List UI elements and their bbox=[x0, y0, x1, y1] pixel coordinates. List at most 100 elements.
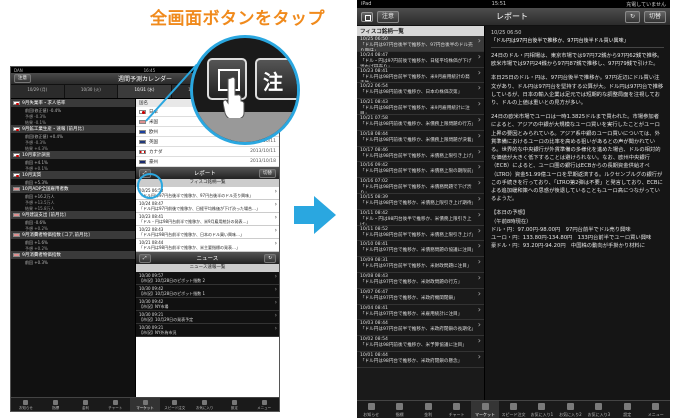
calendar-event[interactable]: 9月失業率・求人倍率 bbox=[11, 99, 135, 107]
switch-button[interactable]: 切替 bbox=[643, 10, 666, 23]
tab-0[interactable]: お知らせ bbox=[357, 401, 385, 418]
report-row[interactable]: 10/25 06:50 「ドル円は97円台後半で推移か、97円台後半のドル売り興味… bbox=[357, 36, 484, 52]
news-list: 10/30 09:57【市況】10月28日のピボット指数 210/30 09:4… bbox=[136, 272, 279, 337]
tab-8[interactable]: メニュー bbox=[249, 398, 279, 411]
report-row[interactable]: 10/21 08:43 「ドル円は98円台前半で推移か、米9月雇用統計に注目」 bbox=[357, 99, 484, 115]
report-row[interactable]: 10/03 08:44 「ドル円は97円台前半で推移か、米政府閉鎖の長期化」 bbox=[357, 320, 484, 337]
report-row[interactable]: 10/24 08:47 「ドル・円は97円前後で推移か、日経平均株価が下げ渋れば円… bbox=[357, 52, 484, 68]
country-row[interactable]: 豪州 2013/10/18 bbox=[136, 157, 279, 167]
zoom-notice-button: 注 bbox=[255, 58, 297, 100]
carrier-label: DAN bbox=[14, 67, 23, 73]
tab-2[interactable]: 金利 bbox=[71, 398, 101, 411]
news-row[interactable]: 10/30 09:42 【市況】NY市場 bbox=[136, 298, 279, 311]
calendar-event[interactable]: 9月鉱工業生産・速報 [前月比] bbox=[11, 125, 135, 133]
tab-7[interactable]: お気に入り2 bbox=[556, 401, 584, 418]
report-row[interactable]: 10/09 08:31 「ドル円は97円台前半で推移か、米財政問題に注目」 bbox=[357, 257, 484, 273]
tab-3[interactable]: チャート bbox=[442, 401, 470, 418]
report-text: 「ドル円は98円台前半で推移か、日本のドル買い興味…」 bbox=[139, 232, 245, 237]
calendar-list[interactable]: 9月失業率・求人倍率 前回(修正値) -0.4% 予想 -0.3% 結果 -0.1% 9… bbox=[11, 99, 136, 397]
report-row[interactable]: 10/08 08:43 「ドル円は97円台で推移か、米財政問題の行方」 bbox=[357, 273, 484, 289]
country-flag-icon bbox=[13, 187, 20, 191]
report-text: 「ドル円は98円台で推移か、米債務上限引き上げ期待」 bbox=[360, 200, 477, 206]
tab-0[interactable]: お知らせ bbox=[11, 398, 41, 411]
news-title: ニュース bbox=[196, 256, 219, 262]
report-row[interactable]: 10/04 08:41 「ドル円は97円台で推移か、米雇用統計に注目」 bbox=[357, 305, 484, 321]
report-row[interactable]: 10/16 09:42 「ドル円は98円台前半で推移か、米債務上限の期限前」 bbox=[357, 162, 484, 179]
tab-4[interactable]: マーケット bbox=[130, 398, 160, 411]
tab-2[interactable]: 金利 bbox=[414, 401, 442, 418]
report-row[interactable]: 10/21 07:58 「ドル円は98円前後で推移か、米債務上限問題の行方」 bbox=[357, 115, 484, 131]
calendar-event[interactable]: 9月消費者物価指数 bbox=[11, 251, 135, 259]
report-text: 「ドル円は98円前後で推移か、米債務上限問題の行方」 bbox=[360, 121, 477, 127]
news-fullscreen-button[interactable]: ⤢ bbox=[139, 253, 151, 263]
tab-6[interactable]: お気に入り1 bbox=[528, 401, 556, 418]
news-row[interactable]: 10/30 09:57 【市況】10月28日のピボット指数 2 bbox=[136, 272, 279, 285]
country-flag-icon bbox=[139, 129, 146, 134]
bottom-tab-bar: お知らせ 指標 金利 チャート マーケット スピード注文 お気に入り1 お気に入り2 お気に入り… bbox=[357, 400, 670, 418]
calendar-event[interactable]: 9月建設支出 [前月比] bbox=[11, 211, 135, 219]
fullscreen-highlight-ring bbox=[137, 173, 163, 199]
report-row[interactable]: 10/23 08:41 「ドル円は98円台前半で推移か、米9月雇用統計の発表後」 bbox=[357, 68, 484, 84]
report-row[interactable]: 10/11 08:52 「ドル円は98円台前半で推移か、米債務上限引き上げ」 bbox=[357, 226, 484, 242]
tab-5[interactable]: スピード注文 bbox=[499, 401, 527, 418]
report-row[interactable]: 10/21 08:44 「ドル円は98円台前半で推移か、米主要指標の発表…」 bbox=[136, 239, 279, 252]
report-row[interactable]: 10/11 08:42 「ドル・円は98円台後半で推移か、米債務上限引き上げ」 bbox=[357, 210, 484, 226]
tab-8[interactable]: お気に入り3 bbox=[585, 401, 613, 418]
news-row[interactable]: 10/30 09:21 【市況】NY外為市況 bbox=[136, 324, 279, 337]
refresh-icon[interactable]: ↻ bbox=[264, 253, 276, 263]
fullscreen-icon[interactable] bbox=[361, 11, 373, 22]
tab-4[interactable]: マーケット bbox=[470, 401, 500, 418]
zoom-background bbox=[193, 112, 297, 142]
caption-text: 全画面ボタンをタップ bbox=[150, 9, 325, 29]
notice-button[interactable]: 注意 bbox=[377, 10, 400, 23]
date-tab-selected[interactable]: 10/31 (水) bbox=[118, 85, 172, 98]
tab-1[interactable]: 指標 bbox=[385, 401, 413, 418]
tab-6[interactable]: お気に入り bbox=[190, 398, 220, 411]
calendar-event[interactable]: 10月ADP全国雇用者数 bbox=[11, 185, 135, 193]
report-row[interactable]: 10/18 08:44 「ドル円は98円前後で推移か、米債務上限問題が決着」 bbox=[357, 131, 484, 147]
event-value: 前回 +0.3% bbox=[25, 259, 48, 265]
tab-1[interactable]: 指標 bbox=[41, 398, 71, 411]
tab-3[interactable]: チャート bbox=[100, 398, 130, 411]
zoom-callout: 注 bbox=[190, 35, 300, 145]
country-row[interactable]: カナダ 2013/10/11 bbox=[136, 147, 279, 157]
calendar-event[interactable]: 10月実質 bbox=[11, 171, 135, 179]
event-title: 9月鉱工業生産・速報 [前月比] bbox=[22, 127, 84, 132]
report-row[interactable]: 10/22 06:54 「ドル円は98円前後で推移か、日本の株価次第」 bbox=[357, 83, 484, 100]
report-list[interactable]: フィスコ銘柄一覧 10/25 06:50 「ドル円は97円台後半で推移か、97円台… bbox=[357, 26, 485, 400]
report-row[interactable]: 10/24 08:47 「ドル円は97円前後で推移か、日経平均株価が下げ渋った場合… bbox=[136, 200, 279, 213]
report-row[interactable]: 10/16 07:02 「ドル円は98円台前半で推移か、米債務問題で下げ渋り」 bbox=[357, 178, 484, 194]
right-ipad-screen: iPad 15:51 充電していません 注意 レポート ↻ 切替 フィスコ銘柄一… bbox=[357, 0, 670, 418]
country-name: 英国 bbox=[149, 139, 158, 145]
date-tab[interactable]: 10/30 (火) bbox=[65, 85, 119, 98]
report-row[interactable]: 10/15 08:39 「ドル円は98円台で推移か、米債務上限引き上げ期待」 bbox=[357, 194, 484, 210]
report-row[interactable]: 10/10 08:41 「ドル円は97円台で推移か、米債務問題の協議に注目」 bbox=[357, 241, 484, 258]
report-row[interactable]: 10/22 08:43 「ドル円は98円台前半で推移か、日本のドル買い興味…」 bbox=[136, 226, 279, 239]
report-text: 「ドル円は97円台後半で推移か、97円台後半のドル売り興味」 bbox=[360, 43, 473, 52]
event-title: 10月家計調査 bbox=[22, 153, 51, 158]
date-tab[interactable]: 10/29 (月) bbox=[11, 85, 65, 98]
event-title: 9月建設支出 [前月比] bbox=[22, 213, 66, 218]
country-flag-icon bbox=[139, 109, 146, 114]
report-row[interactable]: 10/17 08:46 「ドル円は98円台前半で推移か、米債務上限引き上げ」 bbox=[357, 147, 484, 163]
notice-button[interactable]: 注意 bbox=[14, 74, 31, 83]
report-switch-button[interactable]: 切替 bbox=[259, 168, 276, 178]
report-text: 「ドル円は98円台前半で推移か、米9月雇用統計に注目」 bbox=[360, 106, 470, 115]
country-flag-icon bbox=[13, 213, 20, 217]
calendar-event[interactable]: 9月消費者物価指数 [コア,前月比] bbox=[11, 231, 135, 239]
calendar-event[interactable]: 10月家計調査 bbox=[11, 151, 135, 159]
report-row[interactable]: 10/23 08:41 「ドル・円は98円台前半で推移か、米9月雇用統計の発表…」 bbox=[136, 213, 279, 226]
report-row[interactable]: 10/01 08:44 「ドル円は98円台で推移か、米政府閉鎖の懸念」 bbox=[357, 352, 484, 368]
tab-7[interactable]: 設定 bbox=[219, 398, 249, 411]
report-text: 「ドル円は98円台前半で推移か、米9月雇用統計の発表後」 bbox=[360, 74, 470, 84]
refresh-icon[interactable]: ↻ bbox=[624, 10, 640, 23]
report-row[interactable]: 10/07 06:47 「ドル円は97円台で推移か、米政府機関閉鎖」 bbox=[357, 289, 484, 305]
news-row[interactable]: 10/30 09:42 【市況】10月28日のピボット指数 1 bbox=[136, 285, 279, 298]
tab-10[interactable]: メニュー bbox=[642, 401, 670, 418]
news-row[interactable]: 10/30 09:21 【市況】10月29日の発表予定 bbox=[136, 311, 279, 324]
report-text: 「ドル円は97円台前半で推移か、米政府閉鎖の長期化」 bbox=[360, 327, 477, 333]
tab-9[interactable]: 設定 bbox=[613, 401, 641, 418]
tab-5[interactable]: スピード注文 bbox=[160, 398, 190, 411]
report-text: 「ドル・円は97円前後で推移か、日経平均株価が下げ渋れば円売り」 bbox=[360, 58, 472, 68]
report-row[interactable]: 10/02 08:54 「ドル円は98円前後で推移か、米予算協議に注目」 bbox=[357, 336, 484, 352]
